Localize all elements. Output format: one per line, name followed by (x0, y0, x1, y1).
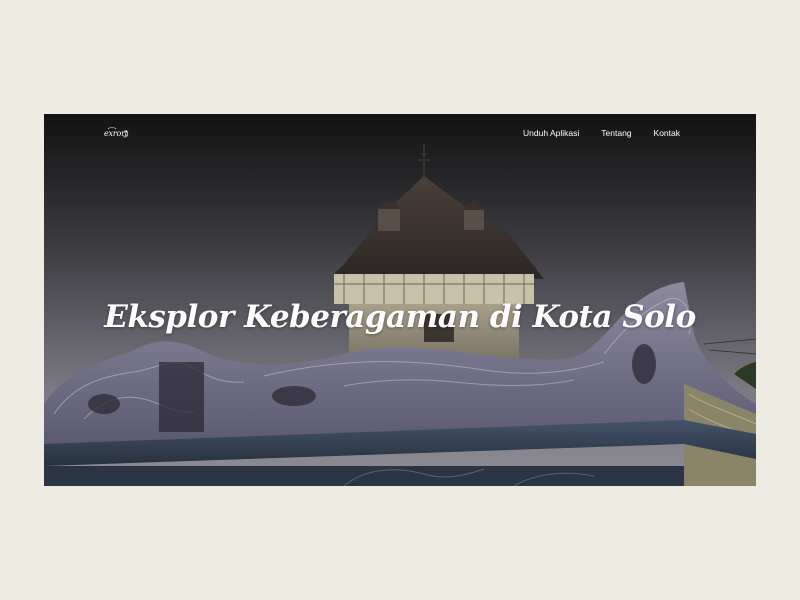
nav-menu: Unduh Aplikasi Tentang Kontak (501, 128, 680, 138)
nav-link-kontak[interactable]: Kontak (654, 128, 680, 138)
logo[interactable]: exrort (102, 125, 132, 141)
nav-link-tentang[interactable]: Tentang (601, 128, 631, 138)
nav-link-unduh-aplikasi[interactable]: Unduh Aplikasi (523, 128, 579, 138)
hero-section: exrort Unduh Aplikasi Tentang Kontak Eks… (44, 114, 756, 486)
logo-text: exrort (104, 129, 128, 138)
hero-title: Eksplor Keberagaman di Kota Solo (104, 299, 696, 335)
navbar: exrort Unduh Aplikasi Tentang Kontak (44, 114, 756, 154)
